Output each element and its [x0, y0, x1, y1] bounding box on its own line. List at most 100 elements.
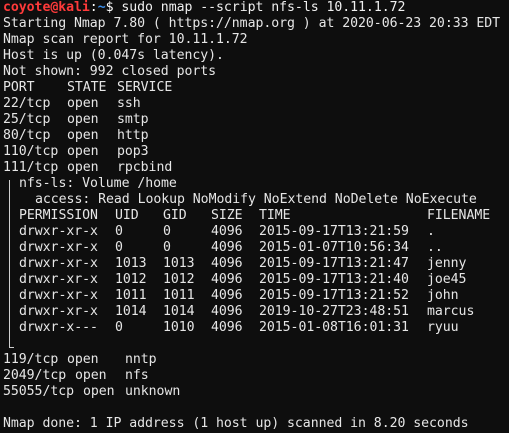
ports-header-state: STATE: [67, 80, 107, 95]
file-name: ryuu: [427, 320, 459, 335]
nfs-col-time: TIME: [259, 208, 291, 223]
file-name: .: [427, 224, 435, 239]
prompt-path: ~: [97, 0, 106, 15]
file-uid: 0: [115, 240, 123, 255]
port-service: nntp: [125, 352, 157, 367]
file-size: 4096: [211, 304, 243, 319]
file-time: 2015-09-17T13:21:40: [259, 272, 409, 287]
file-gid: 0: [163, 240, 171, 255]
nfs-col-filename: FILENAME: [427, 208, 491, 223]
nfs-col-permission: PERMISSION: [19, 208, 98, 223]
port-row: 110/tcp open pop3: [3, 144, 509, 160]
file-gid: 1014: [163, 304, 195, 319]
file-uid: 0: [115, 320, 123, 335]
nfs-blank-line: [3, 336, 509, 352]
file-name: john: [427, 288, 459, 303]
file-permission: drwxr-xr-x: [19, 288, 98, 303]
nfs-access-line: access: Read Lookup NoModify NoExtend No…: [35, 192, 477, 207]
port-service: unknown: [125, 384, 181, 399]
ports-header-row: PORT STATE SERVICE: [3, 80, 509, 96]
file-uid: 1013: [115, 256, 147, 271]
terminal-window[interactable]: coyote@kali:~$ sudo nmap --script nfs-ls…: [0, 0, 509, 433]
scan-summary-line: Nmap done: 1 IP address (1 host up) scan…: [3, 416, 469, 431]
output-line: Not shown: 992 closed ports: [3, 64, 217, 79]
nfs-columns-row: PERMISSION UID GID SIZE TIME FILENAME: [3, 208, 509, 224]
nfs-script-output: nfs-ls: Volume /home access: Read Lookup…: [3, 176, 509, 352]
file-time: 2015-09-17T13:21:47: [259, 256, 409, 271]
port-service: ssh: [117, 96, 141, 111]
port-number: 119/tcp: [3, 352, 59, 367]
file-uid: 0: [115, 224, 123, 239]
file-uid: 1011: [115, 288, 147, 303]
file-permission: drwxr-xr-x: [19, 304, 98, 319]
port-number: 22/tcp: [3, 96, 51, 111]
port-row: 80/tcp open http: [3, 128, 509, 144]
output-line: Host is up (0.047s latency).: [3, 48, 224, 63]
file-name: marcus: [427, 304, 475, 319]
file-time: 2015-01-08T16:01:31: [259, 320, 409, 335]
file-name: joe45: [427, 272, 467, 287]
file-size: 4096: [211, 272, 243, 287]
nfs-file-row: drwxr-xr-x 1012 1012 4096 2015-09-17T13:21:4…: [3, 272, 509, 288]
port-state: open: [83, 384, 115, 399]
file-size: 4096: [211, 288, 243, 303]
file-name: ..: [427, 240, 443, 255]
command-text: sudo nmap --script nfs-ls 10.11.1.72: [113, 0, 406, 15]
port-state: open: [67, 112, 99, 127]
script-output-rail-end: [9, 347, 14, 348]
port-row: 119/tcp open nntp: [3, 352, 509, 368]
port-service: pop3: [117, 144, 149, 159]
file-size: 4096: [211, 320, 243, 335]
file-uid: 1012: [115, 272, 147, 287]
nfs-col-uid: UID: [115, 208, 139, 223]
ports-header-service: SERVICE: [117, 80, 173, 95]
port-number: 55055/tcp: [3, 384, 75, 399]
file-uid: 1014: [115, 304, 147, 319]
nfs-volume-line: nfs-ls: Volume /home: [19, 176, 177, 191]
port-service: nfs: [125, 368, 149, 383]
file-time: 2015-01-07T10:56:34: [259, 240, 409, 255]
file-gid: 1011: [163, 288, 195, 303]
port-row: 111/tcp open rpcbind: [3, 160, 509, 176]
file-time: 2019-10-27T23:48:51: [259, 304, 409, 319]
file-size: 4096: [211, 240, 243, 255]
file-gid: 1012: [163, 272, 195, 287]
file-gid: 1013: [163, 256, 195, 271]
port-row: 22/tcp open ssh: [3, 96, 509, 112]
prompt-separator: :: [89, 0, 98, 15]
port-row: 2049/tcp open nfs: [3, 368, 509, 384]
file-gid: 1010: [163, 320, 195, 335]
output-line: Starting Nmap 7.80 ( https://nmap.org ) …: [3, 16, 501, 31]
port-state: open: [67, 128, 99, 143]
nfs-file-row: drwxr-xr-x 1014 1014 4096 2019-10-27T23:48:5…: [3, 304, 509, 320]
port-service: smtp: [117, 112, 149, 127]
port-number: 2049/tcp: [3, 368, 67, 383]
nfs-file-row: drwxr-xr-x 0 0 4096 2015-09-17T13:21:59.: [3, 224, 509, 240]
port-state: open: [67, 96, 99, 111]
port-state: open: [67, 160, 99, 175]
command-prompt-line: coyote@kali:~$ sudo nmap --script nfs-ls…: [3, 0, 509, 16]
file-time: 2015-09-17T13:21:59: [259, 224, 409, 239]
port-number: 111/tcp: [3, 160, 59, 175]
nfs-file-row: drwxr-xr-x 1013 1013 4096 2015-09-17T13:21:4…: [3, 256, 509, 272]
port-row: 25/tcp open smtp: [3, 112, 509, 128]
port-state: open: [75, 368, 107, 383]
port-number: 110/tcp: [3, 144, 59, 159]
nfs-col-gid: GID: [163, 208, 187, 223]
port-state: open: [67, 352, 99, 367]
file-size: 4096: [211, 224, 243, 239]
port-number: 80/tcp: [3, 128, 51, 143]
nfs-file-row: drwxr-xr-x 0 0 4096 2015-01-07T10:56:34..: [3, 240, 509, 256]
port-service: rpcbind: [117, 160, 173, 175]
nfs-col-size: SIZE: [211, 208, 243, 223]
nfs-file-row: drwxr-x--- 0 1010 4096 2015-01-08T16:01:31 ry…: [3, 320, 509, 336]
file-time: 2015-09-17T13:21:52: [259, 288, 409, 303]
file-permission: drwxr-xr-x: [19, 224, 98, 239]
file-permission: drwxr-xr-x: [19, 240, 98, 255]
file-permission: drwxr-x---: [19, 320, 98, 335]
file-permission: drwxr-xr-x: [19, 256, 98, 271]
file-name: jenny: [427, 256, 467, 271]
port-state: open: [67, 144, 99, 159]
prompt-user-host: coyote@kali: [3, 0, 90, 15]
